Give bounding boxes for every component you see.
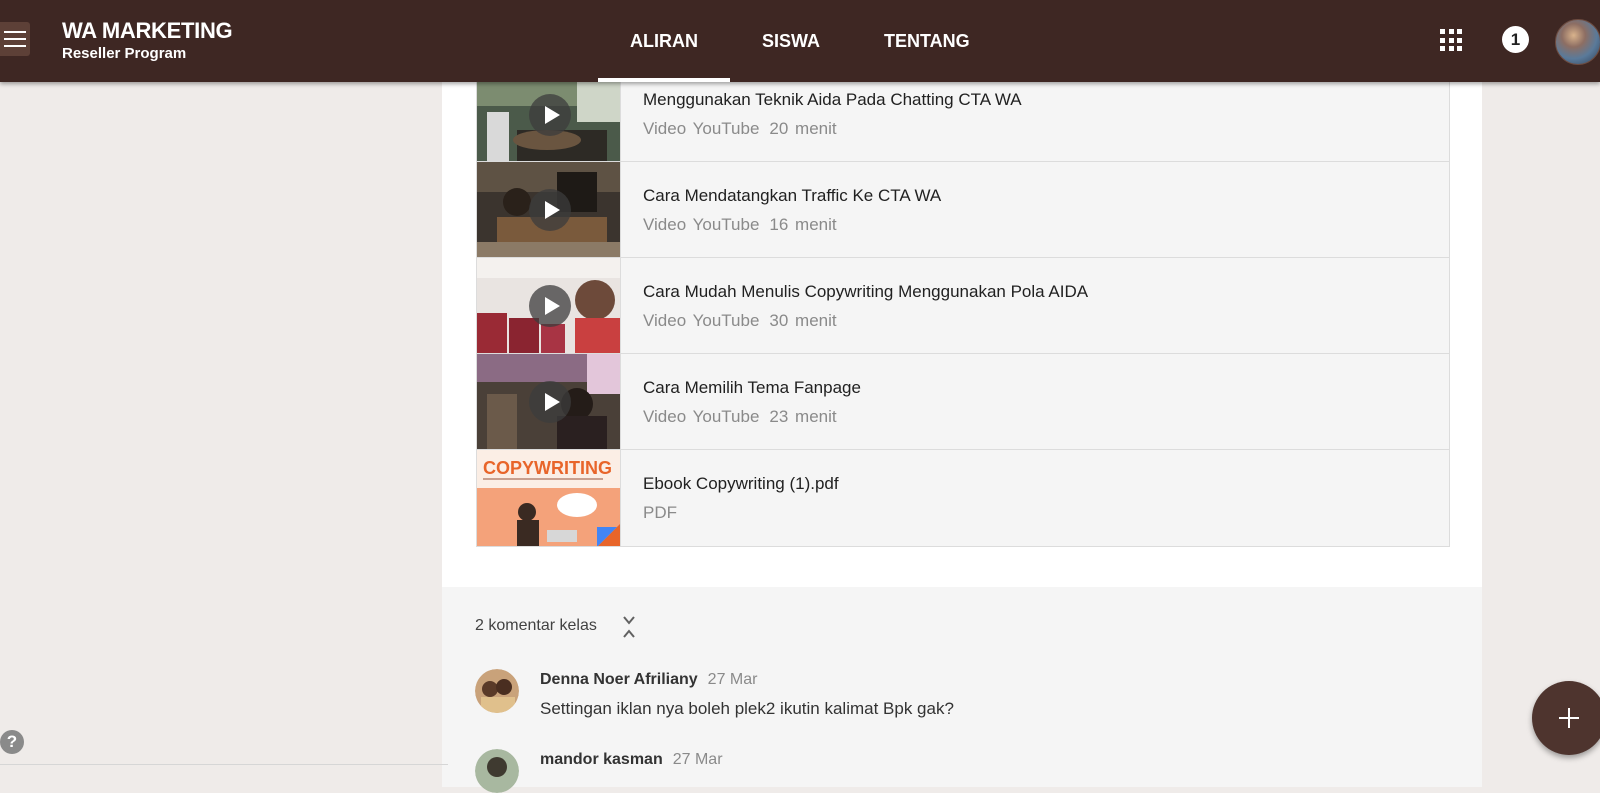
play-icon <box>529 94 571 136</box>
play-icon <box>529 189 571 231</box>
notification-badge[interactable]: 1 <box>1502 26 1529 53</box>
menu-icon[interactable] <box>0 22 30 56</box>
top-app-bar: WA MARKETING Reseller Program ALIRAN SIS… <box>0 0 1600 82</box>
comment-author: mandor kasman 27 Mar <box>540 751 723 768</box>
add-button[interactable] <box>1532 681 1600 755</box>
comments-count-toggle[interactable]: 2 komentar kelas <box>475 617 597 635</box>
play-icon <box>529 285 571 327</box>
tab-tentang[interactable]: TENTANG <box>852 0 1002 82</box>
help-icon[interactable]: ? <box>0 730 24 754</box>
attachment-meta: Video YouTube 20 menit <box>643 119 837 138</box>
attachment-title[interactable]: Menggunakan Teknik Aida Pada Chatting CT… <box>643 90 1022 110</box>
comment-avatar[interactable] <box>475 749 519 793</box>
comment-avatar[interactable] <box>475 669 519 713</box>
tab-aliran[interactable]: ALIRAN <box>598 0 730 82</box>
class-section: Reseller Program <box>62 45 187 62</box>
tab-siswa[interactable]: SISWA <box>730 0 852 82</box>
attachment-title[interactable]: Cara Mendatangkan Traffic Ke CTA WA <box>643 186 941 206</box>
attachment-title[interactable]: Cara Memilih Tema Fanpage <box>643 378 861 398</box>
tab-bar: ALIRAN SISWA TENTANG <box>598 0 1002 82</box>
video-thumbnail[interactable] <box>477 162 621 257</box>
stream-post-card: Menggunakan Teknik Aida Pada Chatting CT… <box>442 82 1482 793</box>
pdf-thumbnail[interactable]: COPYWRITING <box>477 450 621 546</box>
play-icon <box>529 381 571 423</box>
video-thumbnail[interactable] <box>477 354 621 449</box>
attachment-title[interactable]: Ebook Copywriting (1).pdf <box>643 474 839 494</box>
collapse-comments-icon[interactable] <box>622 615 636 641</box>
video-thumbnail[interactable] <box>477 258 621 353</box>
attachment-meta: Video YouTube 30 menit <box>643 311 837 330</box>
class-comments: 2 komentar kelas Denna Noer Afriliany 27 … <box>442 587 1482 793</box>
divider <box>0 764 448 765</box>
attachment-item[interactable]: Cara Mendatangkan Traffic Ke CTA WA Vide… <box>476 162 1450 258</box>
attachment-meta: Video YouTube 23 menit <box>643 407 837 426</box>
attachment-meta: PDF <box>643 503 677 522</box>
attachment-list: Menggunakan Teknik Aida Pada Chatting CT… <box>476 82 1450 547</box>
comment-date: 27 Mar <box>707 671 758 688</box>
attachment-item[interactable]: Menggunakan Teknik Aida Pada Chatting CT… <box>476 82 1450 162</box>
attachment-item[interactable]: Cara Memilih Tema Fanpage Video YouTube 2… <box>476 354 1450 450</box>
attachment-item[interactable]: COPYWRITING Ebook Copywriting (1).pdf PD… <box>476 450 1450 547</box>
comment-author: Denna Noer Afriliany 27 Mar <box>540 671 758 688</box>
apps-grid-icon[interactable] <box>1440 29 1462 51</box>
attachment-item[interactable]: Cara Mudah Menulis Copywriting Menggunak… <box>476 258 1450 354</box>
account-avatar[interactable] <box>1555 19 1600 65</box>
comment-text: Settingan iklan nya boleh plek2 ikutin k… <box>540 699 954 718</box>
pdf-thumbnail-heading: COPYWRITING <box>483 458 612 478</box>
comment-date: 27 Mar <box>672 751 723 768</box>
attachment-meta: Video YouTube 16 menit <box>643 215 837 234</box>
attachment-title[interactable]: Cara Mudah Menulis Copywriting Menggunak… <box>643 282 1088 302</box>
video-thumbnail[interactable] <box>477 82 621 161</box>
class-title[interactable]: WA MARKETING <box>62 18 233 44</box>
